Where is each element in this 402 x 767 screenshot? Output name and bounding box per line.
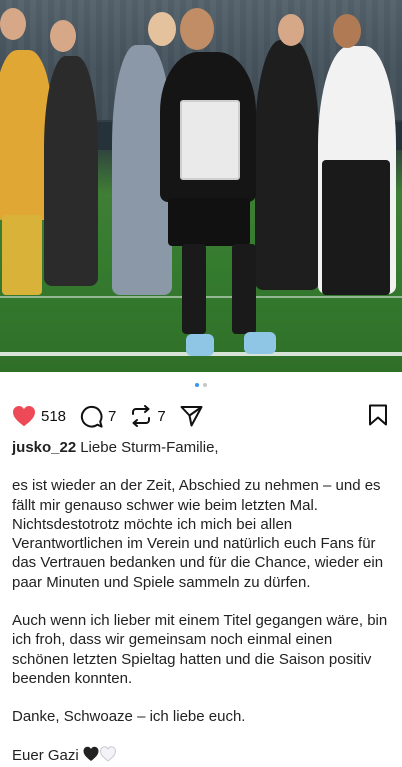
paper-plane-icon xyxy=(180,406,203,427)
caption-paragraph-3: Danke, Schwoaze – ich liebe euch. xyxy=(12,708,246,726)
caption-paragraph-2: Auch wenn ich lieber mit einem Titel geg… xyxy=(12,612,388,687)
caption-username[interactable]: jusko_22 xyxy=(12,439,76,456)
person-head xyxy=(278,14,304,46)
post-photo[interactable] xyxy=(0,0,402,372)
repost-count: 7 xyxy=(157,407,166,425)
post-caption: jusko_22 Liebe Sturm-Familie, es ist wied… xyxy=(12,438,392,767)
player-boot-right xyxy=(244,332,276,354)
like-button[interactable]: 518 xyxy=(12,405,66,427)
person-head xyxy=(148,12,176,46)
player-leg-left xyxy=(182,244,206,334)
framed-jersey-gift xyxy=(180,100,240,180)
heart-filled-icon xyxy=(13,406,35,427)
player-boot-left xyxy=(186,334,214,356)
repost-button[interactable]: 7 xyxy=(130,405,166,427)
person-bald xyxy=(44,56,98,286)
person-head xyxy=(50,20,76,52)
caption-signoff: Euer Gazi xyxy=(12,746,79,764)
like-count: 518 xyxy=(41,407,67,425)
carousel-dot xyxy=(203,383,207,387)
bookmark-icon xyxy=(369,404,387,426)
share-button[interactable] xyxy=(180,405,203,427)
caption-signoff-line: Euer Gazi xyxy=(12,745,392,767)
caption-greeting: Liebe Sturm-Familie, xyxy=(80,439,219,456)
caption-paragraph-1: es ist wieder an der Zeit, Abschied zu n… xyxy=(12,477,384,591)
person-white-jacket-legs xyxy=(322,160,390,295)
player-head xyxy=(180,8,214,50)
person-head xyxy=(0,8,26,40)
carousel-indicator xyxy=(0,383,402,391)
save-button[interactable] xyxy=(368,404,388,431)
black-heart-white-heart-emoji xyxy=(83,745,117,767)
person-goalkeeper-legs xyxy=(2,215,42,295)
post-action-bar: 518 7 7 xyxy=(12,402,390,430)
person-dark-right xyxy=(255,40,319,290)
caption-first-line: jusko_22 Liebe Sturm-Familie, xyxy=(12,438,392,457)
carousel-dot-active xyxy=(195,383,199,387)
comment-count: 7 xyxy=(108,407,117,425)
comment-button[interactable]: 7 xyxy=(80,405,116,428)
comment-bubble-icon xyxy=(80,405,103,428)
person-head xyxy=(333,14,361,48)
player-leg-right xyxy=(232,244,256,334)
repost-arrows-icon xyxy=(132,405,151,427)
player-shorts xyxy=(168,198,250,246)
